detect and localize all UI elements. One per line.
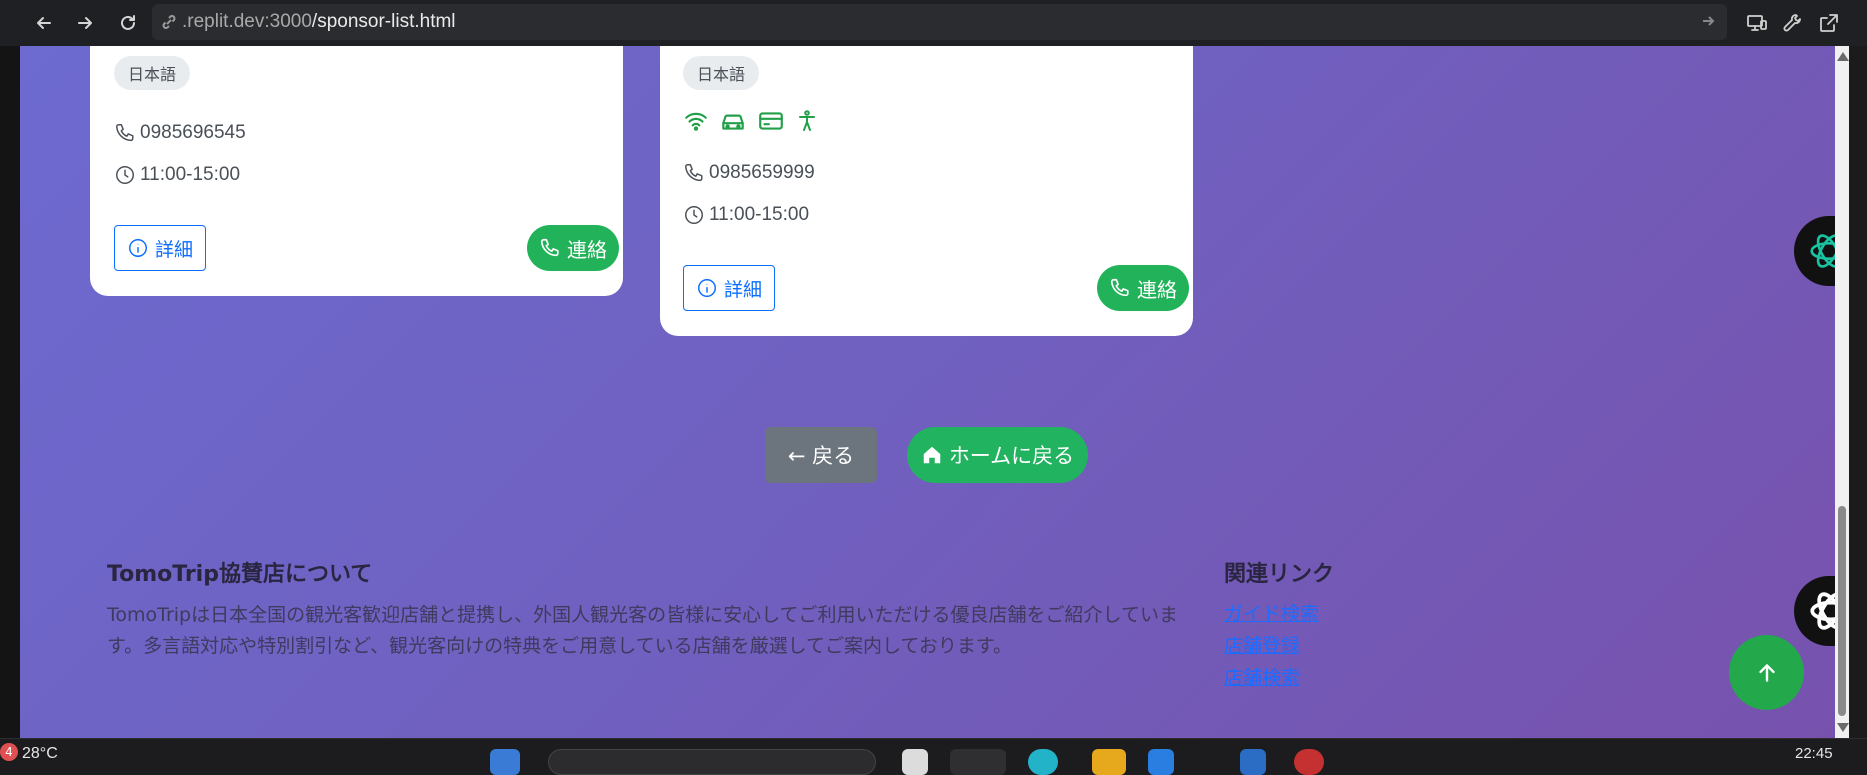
detail-label: 詳細 <box>724 278 763 301</box>
forward-arrow-icon[interactable] <box>71 9 99 37</box>
folder-icon[interactable] <box>1092 749 1126 775</box>
home-icon <box>923 446 941 464</box>
clock-icon <box>683 204 705 226</box>
phone-icon <box>114 122 136 144</box>
language-badge: 日本語 <box>114 56 191 90</box>
sponsor-card: 日本語 0985659999 11:00-15:00 詳細 連絡 <box>660 46 1193 336</box>
go-arrow-icon[interactable] <box>1699 12 1717 34</box>
back-label: ← 戻る <box>787 444 855 468</box>
wrench-icon[interactable] <box>1779 9 1807 37</box>
notification-badge: 4 <box>0 743 18 761</box>
wifi-icon <box>685 112 707 131</box>
address-bar[interactable]: .replit.dev:3000/sponsor-list.html <box>152 4 1727 40</box>
taskbar-app-icon[interactable] <box>902 749 928 775</box>
info-icon <box>129 239 147 257</box>
taskbar-search[interactable] <box>548 749 876 775</box>
language-badge: 日本語 <box>683 56 760 90</box>
amenities-row <box>683 108 819 134</box>
footer-link-store-register[interactable]: 店舗登録 <box>1224 631 1300 658</box>
start-menu-icon[interactable] <box>490 749 520 775</box>
hours-row: 11:00-15:00 <box>114 164 240 186</box>
detail-button[interactable]: 詳細 <box>114 225 207 271</box>
weather-widget[interactable]: 28°C <box>22 745 58 763</box>
detail-button[interactable]: 詳細 <box>683 265 776 311</box>
contact-button[interactable]: 連絡 <box>527 225 619 271</box>
right-edge <box>1849 46 1867 738</box>
sponsor-card: 日本語 0985696545 11:00-15:00 詳細 連絡 <box>90 46 623 296</box>
footer-link-guide-search[interactable]: ガイド検索 <box>1224 599 1319 626</box>
clock-icon <box>114 164 136 186</box>
car-icon <box>722 114 744 130</box>
phone-row: 0985659999 <box>683 162 815 184</box>
link-icon <box>160 13 178 31</box>
home-label: ホームに戻る <box>948 444 1075 468</box>
left-margin <box>0 46 20 738</box>
phone-number: 0985696545 <box>140 122 246 143</box>
footer-about-title: TomoTrip協賛店について <box>107 562 373 587</box>
system-clock[interactable]: 22:45 <box>1795 745 1833 762</box>
taskbar-app-icon[interactable] <box>1294 749 1324 775</box>
page-scrollbar[interactable] <box>1835 46 1849 738</box>
back-button[interactable]: ← 戻る <box>765 427 877 483</box>
taskbar-app-icon[interactable] <box>1148 749 1174 775</box>
home-button[interactable]: ホームに戻る <box>907 427 1088 483</box>
scroll-down-arrow-icon[interactable] <box>1837 723 1849 732</box>
scroll-top-button[interactable] <box>1729 635 1804 710</box>
devices-icon[interactable] <box>1743 9 1771 37</box>
scrollbar-thumb[interactable] <box>1838 506 1846 716</box>
phone-icon <box>1110 278 1129 297</box>
info-icon <box>698 279 716 297</box>
browser-toolbar: .replit.dev:3000/sponsor-list.html <box>0 0 1867 46</box>
footer-links-title: 関連リンク <box>1224 562 1335 587</box>
footer-link-store-search[interactable]: 店舗検索 <box>1224 663 1300 690</box>
arrow-up-icon <box>1758 663 1775 682</box>
contact-label: 連絡 <box>567 237 607 262</box>
credit-card-icon <box>759 112 783 130</box>
phone-number: 0985659999 <box>709 162 815 183</box>
footer-about-text: TomoTripは日本全国の観光客歓迎店舗と提携し、外国人観光客の皆様に安心して… <box>107 604 1178 657</box>
phone-icon <box>683 162 705 184</box>
phone-row: 0985696545 <box>114 122 246 144</box>
back-arrow-icon[interactable] <box>30 9 58 37</box>
taskbar-app-icon[interactable] <box>1240 749 1266 775</box>
scroll-up-arrow-icon[interactable] <box>1837 52 1849 61</box>
accessibility-icon <box>799 110 815 131</box>
url-text: .replit.dev:3000/sponsor-list.html <box>182 11 456 32</box>
business-hours: 11:00-15:00 <box>140 164 241 185</box>
page-viewport: 日本語 0985696545 11:00-15:00 詳細 連絡 日本語 098… <box>20 46 1835 738</box>
taskbar-app-icon[interactable] <box>1028 749 1058 775</box>
business-hours: 11:00-15:00 <box>709 204 810 225</box>
contact-label: 連絡 <box>1137 277 1177 302</box>
phone-icon <box>540 238 559 257</box>
os-taskbar: 4 28°C 22:45 <box>0 738 1867 775</box>
detail-label: 詳細 <box>155 238 194 261</box>
taskbar-app-icon[interactable] <box>950 749 1006 775</box>
hours-row: 11:00-15:00 <box>683 204 809 226</box>
open-external-icon[interactable] <box>1815 9 1843 37</box>
reload-icon[interactable] <box>114 9 142 37</box>
contact-button[interactable]: 連絡 <box>1097 265 1189 311</box>
